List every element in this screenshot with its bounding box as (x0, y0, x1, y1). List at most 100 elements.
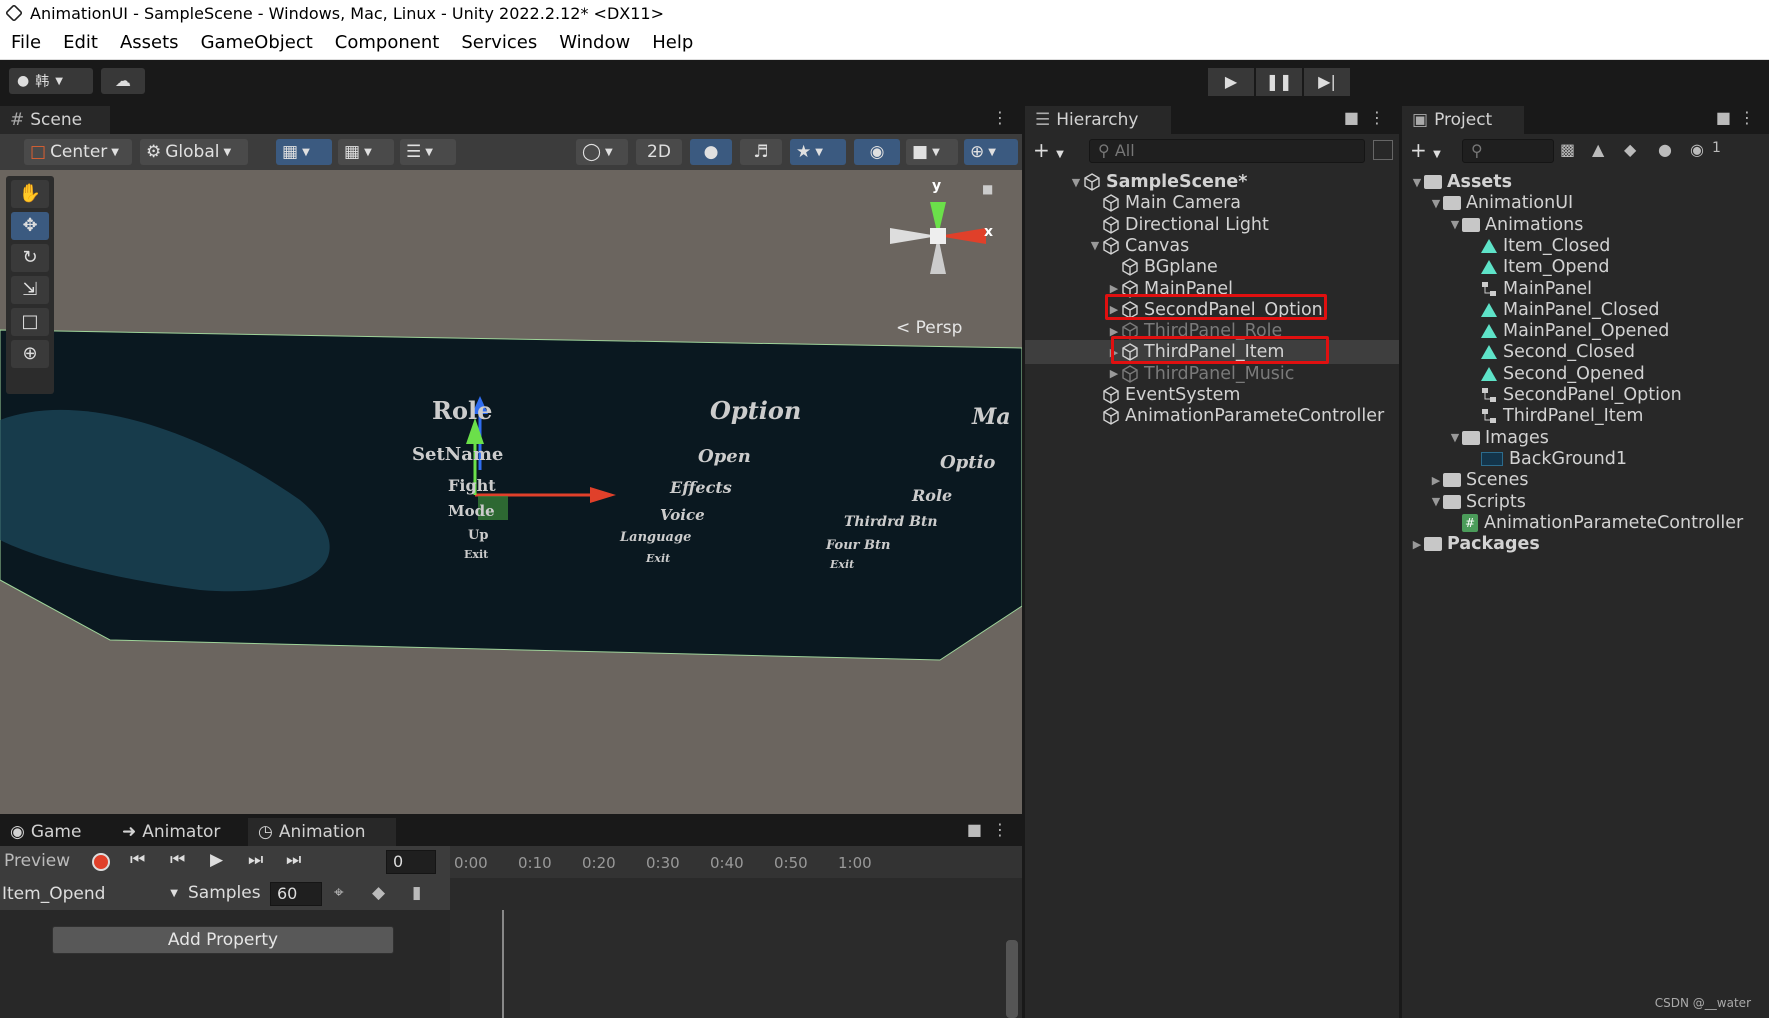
camera-settings-button[interactable]: ■ ▼ (906, 139, 958, 165)
chevron-down-icon: ▼ (111, 146, 119, 158)
snap-grid-button[interactable]: ▦ ▼ (276, 139, 332, 165)
more-options-icon[interactable]: ⋮ (992, 820, 1008, 839)
unity-logo-icon (4, 3, 24, 23)
red-highlight-box (1111, 336, 1329, 364)
next-key-icon[interactable]: ⏭ (248, 850, 263, 870)
create-button[interactable]: + ▼ (1033, 138, 1064, 162)
search-by-type-icon[interactable]: ▩ (1560, 140, 1575, 159)
last-key-icon[interactable]: ⏭ (286, 850, 301, 870)
tree-item-label: Main Camera (1125, 193, 1242, 214)
chevron-down-icon: ▼ (932, 146, 940, 158)
expand-arrow-icon[interactable]: ▼ (1429, 197, 1443, 210)
audio-toggle-button[interactable]: ♬ (740, 139, 782, 165)
move-tool-icon[interactable]: ✥ (11, 212, 49, 240)
first-key-icon[interactable]: ⏮ (130, 850, 145, 870)
tab-game[interactable]: ◉ Game (0, 818, 91, 846)
menu-gameobject[interactable]: GameObject (190, 32, 324, 53)
account-dropdown[interactable]: ● 韩 ▼ (9, 68, 93, 94)
collapse-arrow-icon[interactable]: ▶ (1410, 538, 1424, 551)
tree-item[interactable]: AnimationParameteController (1025, 404, 1399, 428)
timeline-events[interactable] (450, 878, 1022, 910)
gizmos-button[interactable]: ⊕ ▼ (964, 139, 1018, 165)
scene-search-icon[interactable] (1373, 140, 1393, 160)
lock-icon[interactable]: ■ (982, 182, 993, 196)
transform-tool-icon[interactable]: ⊕ (11, 340, 49, 368)
expand-arrow-icon[interactable]: ▼ (1429, 495, 1443, 508)
menu-edit[interactable]: Edit (52, 32, 109, 53)
pause-icon[interactable]: ❚❚ (1256, 68, 1302, 96)
more-options-icon[interactable]: ⋮ (1739, 108, 1755, 127)
more-options-icon[interactable]: ⋮ (1369, 108, 1385, 127)
cloud-icon[interactable]: ☁ (101, 68, 145, 94)
play-controls: ▶ ❚❚ ▶| (1208, 68, 1350, 96)
lock-icon[interactable]: ■ (967, 820, 982, 839)
scale-tool-icon[interactable]: ⇲ (11, 276, 49, 304)
space-dropdown[interactable]: ⚙ Global ▼ (140, 139, 248, 165)
prev-key-icon[interactable]: ⏮ (170, 850, 185, 870)
menu-window[interactable]: Window (548, 32, 641, 53)
persp-label[interactable]: < Persp (896, 318, 962, 338)
expand-arrow-icon[interactable]: ▼ (1088, 239, 1102, 252)
tree-item-label: Directional Light (1125, 214, 1269, 235)
tab-animation[interactable]: ◷ Animation (248, 818, 396, 846)
samples-input[interactable]: 60 (270, 882, 322, 906)
filter-type-icon[interactable]: ▲ (1592, 140, 1604, 159)
vertical-scrollbar[interactable] (1006, 940, 1018, 1018)
lock-icon[interactable]: ■ (1716, 108, 1731, 127)
step-icon[interactable]: ▶| (1304, 68, 1350, 96)
rotate-tool-icon[interactable]: ↻ (11, 244, 49, 272)
menu-file[interactable]: File (0, 32, 52, 53)
draw-mode-dropdown[interactable]: ◯ ▼ (576, 139, 628, 165)
preview-toggle[interactable]: Preview (4, 851, 70, 871)
increment-snap-button[interactable]: ☰ ▼ (400, 139, 456, 165)
lock-icon[interactable]: ■ (1344, 108, 1359, 127)
menu-component[interactable]: Component (324, 32, 451, 53)
tab-hierarchy[interactable]: ☰ Hierarchy (1025, 106, 1171, 134)
hierarchy-search-input[interactable]: ⚲ All (1089, 139, 1365, 163)
timeline-ruler[interactable]: 0:00 0:10 0:20 0:30 0:40 0:50 1:00 (450, 846, 1022, 878)
camera-icon: ■ (912, 142, 929, 162)
menu-assets[interactable]: Assets (109, 32, 190, 53)
playhead[interactable] (502, 910, 504, 1018)
collapse-arrow-icon[interactable]: ▶ (1429, 474, 1443, 487)
expand-arrow-icon[interactable]: ▼ (1448, 431, 1462, 444)
frame-input[interactable]: 0 (386, 850, 436, 874)
expand-arrow-icon[interactable]: ▼ (1410, 176, 1424, 189)
project-search-input[interactable]: ⚲ (1462, 139, 1554, 163)
menu-help[interactable]: Help (641, 32, 704, 53)
folder-icon (1443, 196, 1461, 211)
add-property-button[interactable]: Add Property (52, 926, 394, 954)
hand-tool-icon[interactable]: ✋ (11, 180, 49, 208)
add-event-icon[interactable]: ⌖ (334, 883, 344, 903)
more-options-icon[interactable]: ⋮ (992, 108, 1008, 127)
menu-services[interactable]: Services (450, 32, 548, 53)
expand-arrow-icon[interactable]: ▼ (1448, 218, 1462, 231)
filter-label-icon[interactable]: ◆ (1624, 140, 1636, 159)
dopesheet-area[interactable] (450, 910, 1022, 1018)
create-button[interactable]: + ▼ (1410, 138, 1441, 162)
pivot-dropdown[interactable]: □ Center ▼ (24, 139, 132, 165)
add-marker-icon[interactable]: ▮ (412, 883, 421, 903)
record-icon[interactable] (92, 853, 110, 871)
hidden-packages-icon[interactable]: ◉ (1690, 140, 1704, 159)
play-anim-icon[interactable]: ▶ (210, 850, 223, 870)
effects-toggle-button[interactable]: ★ ▼ (790, 139, 846, 165)
scene-viewport[interactable]: y x ■ < Persp Role SetName Fight Mode Up… (0, 170, 1022, 814)
warning-icon[interactable]: ● (1658, 140, 1672, 159)
tab-scene[interactable]: # Scene (0, 106, 110, 134)
lighting-toggle-button[interactable]: ● (690, 139, 732, 165)
clip-dropdown[interactable]: Item_Opend ▼ (2, 882, 182, 906)
rect-tool-icon[interactable]: □ (11, 308, 49, 336)
scene-visibility-button[interactable]: ◉ (854, 139, 900, 165)
play-icon[interactable]: ▶ (1208, 68, 1254, 96)
expand-arrow-icon[interactable]: ▼ (1069, 176, 1083, 189)
collapse-arrow-icon[interactable]: ▶ (1107, 367, 1121, 380)
label-exit-right: Exit (830, 558, 855, 571)
toggle-2d-button[interactable]: 2D (636, 139, 682, 165)
timeline-tick-label: 0:00 (454, 854, 488, 872)
add-keyframe-icon[interactable]: ◆ (372, 883, 385, 903)
grid-snapping-button[interactable]: ▦ ▼ (338, 139, 394, 165)
tab-project[interactable]: ▣ Project (1402, 106, 1524, 134)
folder-item[interactable]: ▶ Packages (1402, 532, 1769, 556)
tab-animator[interactable]: ➜ Animator (112, 818, 230, 846)
